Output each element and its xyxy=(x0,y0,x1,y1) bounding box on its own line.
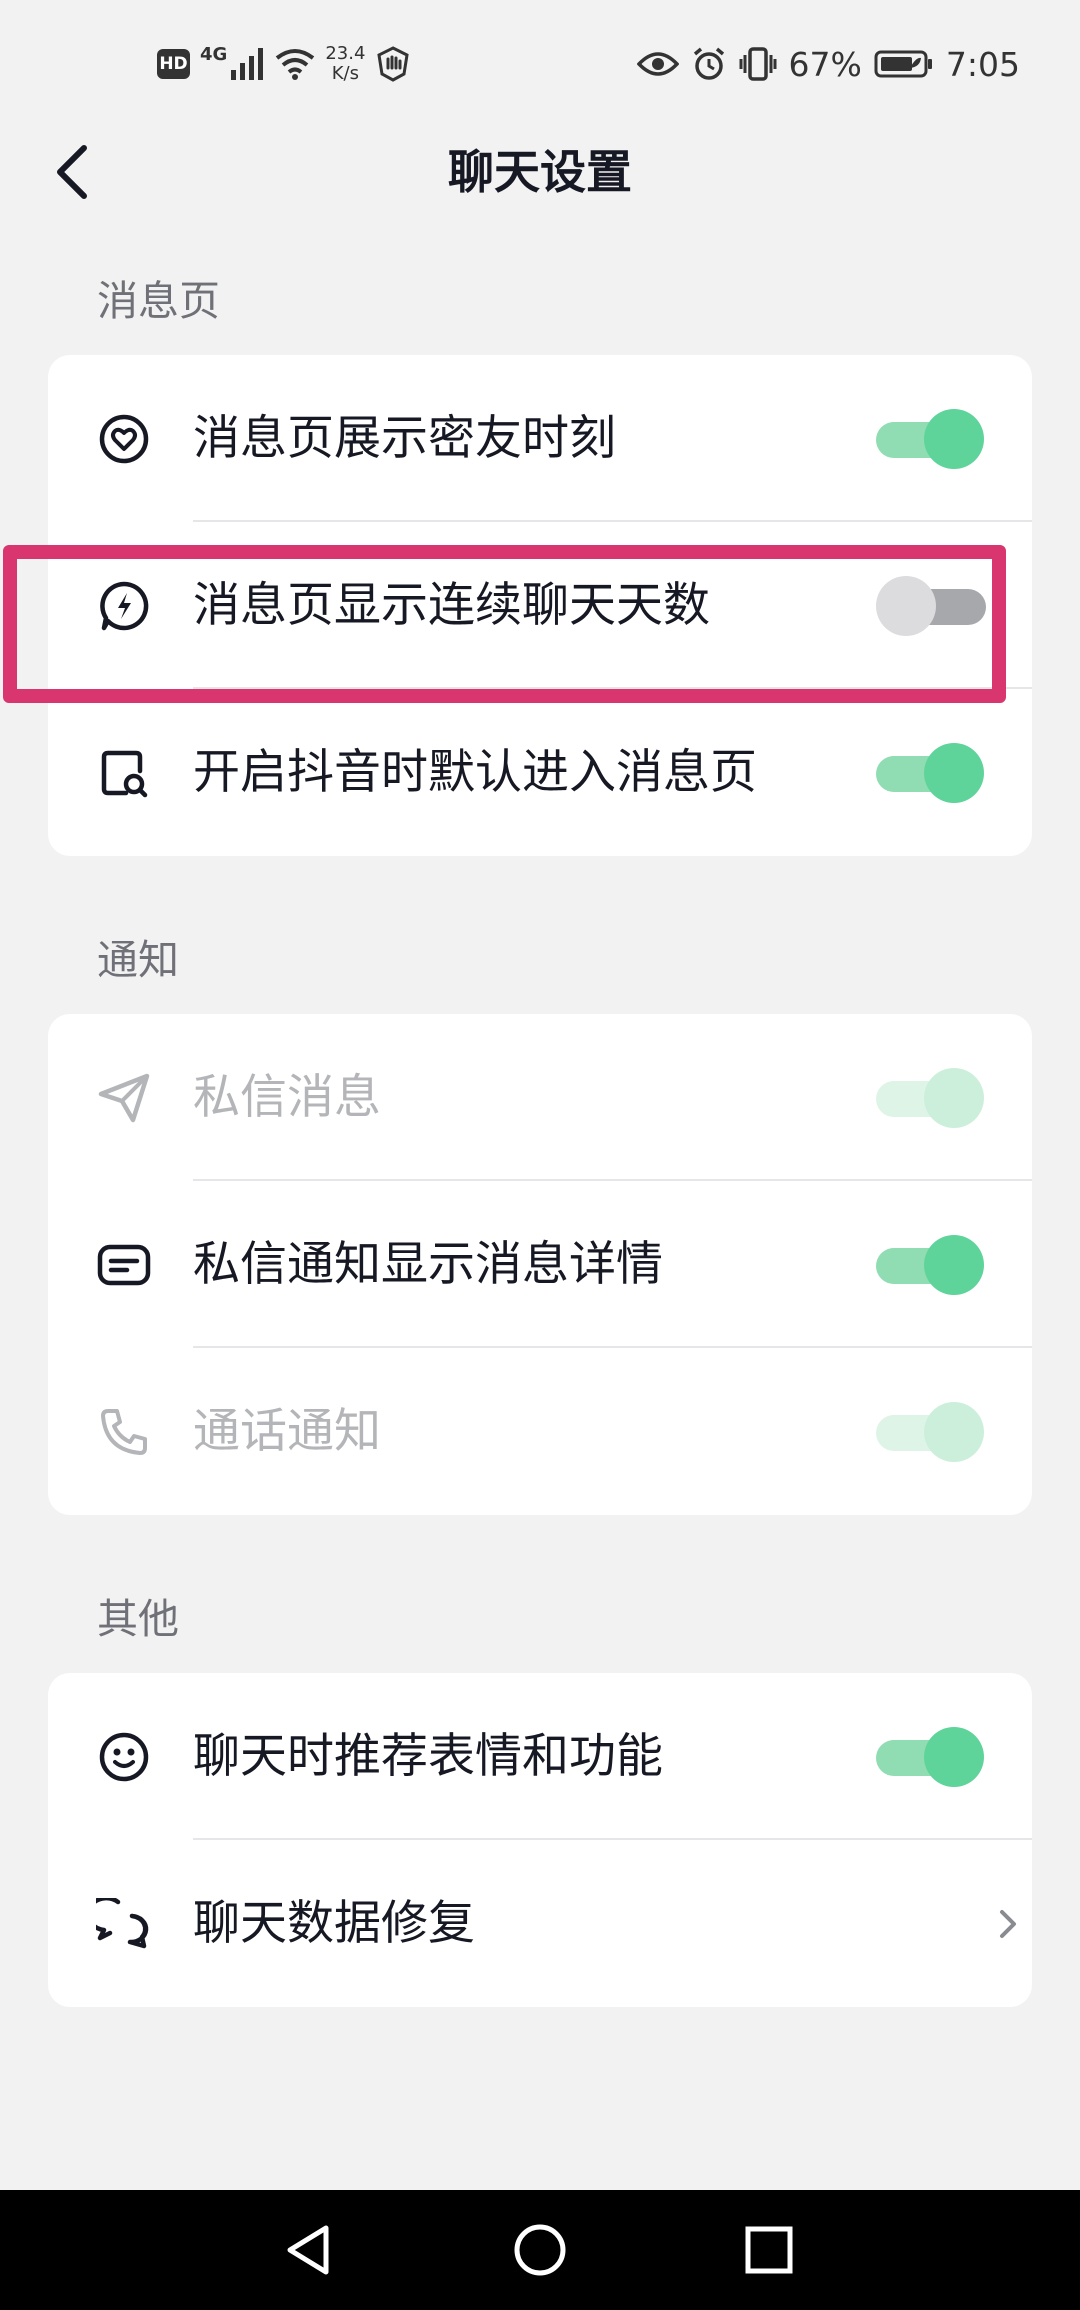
row-label: 消息页显示连续聊天天数 xyxy=(193,577,710,633)
alarm-icon xyxy=(693,47,724,80)
status-bar: HD 4G 23.4 K/s 67% 7:05 xyxy=(0,0,1080,128)
row-label: 开启抖音时默认进入消息页 xyxy=(193,744,757,800)
wifi-icon xyxy=(276,49,315,80)
nav-back-button[interactable] xyxy=(273,2220,343,2280)
lightning-bubble-icon xyxy=(96,578,152,634)
speed-value: 23.4 xyxy=(325,43,366,64)
chevron-right-icon xyxy=(1000,1909,1016,1938)
row-show-close-friend-moments[interactable]: 消息页展示密友时刻 xyxy=(48,355,1032,522)
toggle-dm-notification-details[interactable] xyxy=(876,1234,984,1295)
toggle-show-chat-streak-days[interactable] xyxy=(876,575,986,636)
header: 聊天设置 xyxy=(0,128,1080,216)
message-card-icon xyxy=(96,1237,152,1293)
eye-icon xyxy=(636,52,679,76)
hand-shield-icon xyxy=(377,46,410,82)
row-call-notification[interactable]: 通话通知 xyxy=(48,1348,1032,1515)
row-label: 私信消息 xyxy=(193,1069,381,1125)
row-direct-message[interactable]: 私信消息 xyxy=(48,1014,1032,1181)
nav-recents-button[interactable] xyxy=(734,2220,804,2280)
card-other: 聊天时推荐表情和功能 聊天数据修复 xyxy=(48,1673,1032,2007)
triangle-back-icon xyxy=(287,2225,329,2275)
battery-percent: 67% xyxy=(788,44,862,84)
network-type: 4G xyxy=(200,44,228,65)
chat-bubbles-icon xyxy=(96,1896,152,1952)
card-notification: 私信消息 私信通知显示消息详情 通话通知 xyxy=(48,1014,1032,1515)
row-label: 聊天数据修复 xyxy=(193,1895,475,1951)
page-title: 聊天设置 xyxy=(448,145,632,199)
smiley-icon xyxy=(96,1729,152,1785)
toggle-recommend-emoji-features[interactable] xyxy=(876,1726,984,1787)
toggle-call-notification[interactable] xyxy=(876,1401,984,1462)
toggle-direct-message[interactable] xyxy=(876,1067,984,1128)
row-show-chat-streak-days[interactable]: 消息页显示连续聊天天数 xyxy=(48,522,1032,689)
status-bar-right: 67% 7:05 xyxy=(636,40,1020,88)
section-label-other: 其他 xyxy=(97,1595,179,1643)
status-bar-left: HD 4G 23.4 K/s xyxy=(157,40,411,88)
phone-icon xyxy=(96,1404,152,1460)
clock: 7:05 xyxy=(945,44,1020,84)
toggle-open-to-message-page[interactable] xyxy=(876,742,984,803)
row-label: 聊天时推荐表情和功能 xyxy=(193,1728,663,1784)
row-label: 私信通知显示消息详情 xyxy=(193,1236,663,1292)
speed-unit: K/s xyxy=(331,63,359,84)
row-open-to-message-page[interactable]: 开启抖音时默认进入消息页 xyxy=(48,689,1032,856)
section-label-message-page: 消息页 xyxy=(97,277,220,325)
row-dm-notification-details[interactable]: 私信通知显示消息详情 xyxy=(48,1181,1032,1348)
paper-plane-icon xyxy=(96,1070,152,1126)
circle-home-icon xyxy=(514,2224,566,2276)
battery-icon xyxy=(874,50,932,78)
section-label-notification: 通知 xyxy=(97,936,179,984)
signal-icon xyxy=(231,48,264,80)
heart-circle-icon xyxy=(96,411,152,467)
square-recents-icon xyxy=(745,2226,793,2274)
vibrate-icon xyxy=(739,47,777,81)
row-label: 消息页展示密友时刻 xyxy=(193,410,616,466)
nav-home-button[interactable] xyxy=(505,2220,575,2280)
row-label: 通话通知 xyxy=(193,1403,381,1459)
row-recommend-emoji-features[interactable]: 聊天时推荐表情和功能 xyxy=(48,1673,1032,1840)
card-message-page: 消息页展示密友时刻 消息页显示连续聊天天数 开启抖音时默认进入消息页 xyxy=(48,355,1032,856)
page-search-icon xyxy=(96,745,152,801)
toggle-show-close-friend-moments[interactable] xyxy=(876,408,984,469)
hd-badge: HD xyxy=(157,49,190,79)
network-speed: 23.4 K/s xyxy=(325,44,365,84)
row-chat-data-repair[interactable]: 聊天数据修复 xyxy=(48,1840,1032,2007)
navigation-bar xyxy=(0,2190,1080,2310)
